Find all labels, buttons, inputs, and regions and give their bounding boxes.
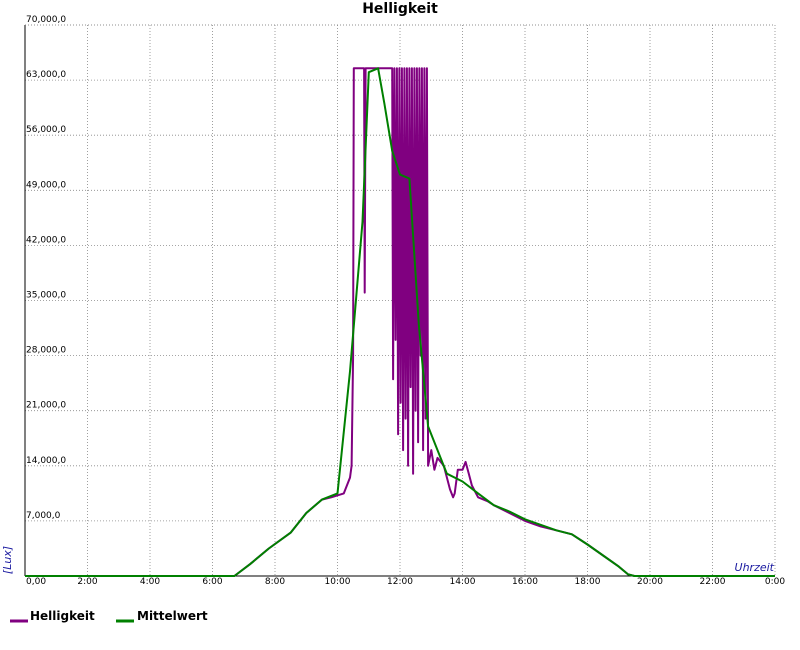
x-tick-label: 6:00 [202, 577, 222, 587]
y-tick-label: 35,000,0 [26, 291, 66, 301]
y-tick-label: 28,000,0 [26, 346, 66, 356]
y-tick-label: 21,000,0 [26, 401, 66, 411]
y-tick-label: 56,000,0 [26, 125, 66, 135]
x-tick-label: 8:00 [265, 577, 285, 587]
x-tick-label: 20:00 [637, 577, 663, 587]
x-tick-label: 22:00 [700, 577, 726, 587]
legend-label-mittelwert: Mittelwert [137, 609, 208, 623]
y-tick-label: 7,000,0 [26, 511, 61, 521]
x-tick-label: 10:00 [325, 577, 351, 587]
y-tick-label: 49,000,0 [26, 180, 66, 190]
chart: Helligkeit 0,00 7,000,0 14,000,0 21,000,0 28… [0, 0, 800, 650]
chart-title: Helligkeit [362, 1, 438, 17]
y-tick-label: 42,000,0 [26, 235, 66, 245]
y-tick-label: 70,000,0 [26, 15, 66, 25]
y-tick-label: 63,000,0 [26, 70, 66, 80]
x-tick-label: 4:00 [140, 577, 160, 587]
legend-label-helligkeit: Helligkeit [30, 609, 95, 623]
x-tick-label: 14:00 [450, 577, 476, 587]
x-tick-label: 12:00 [387, 577, 413, 587]
y-tick-label: 0,00 [26, 577, 46, 587]
y-tick-label: 14,000,0 [26, 456, 66, 466]
x-axis-label: Uhrzeit [735, 561, 775, 574]
x-tick-label: 16:00 [512, 577, 538, 587]
x-tick-label: 2:00 [77, 577, 97, 587]
x-tick-label: 18:00 [575, 577, 601, 587]
x-tick-label: 0:00 [765, 577, 785, 587]
y-axis-label: [Lux] [1, 546, 14, 574]
